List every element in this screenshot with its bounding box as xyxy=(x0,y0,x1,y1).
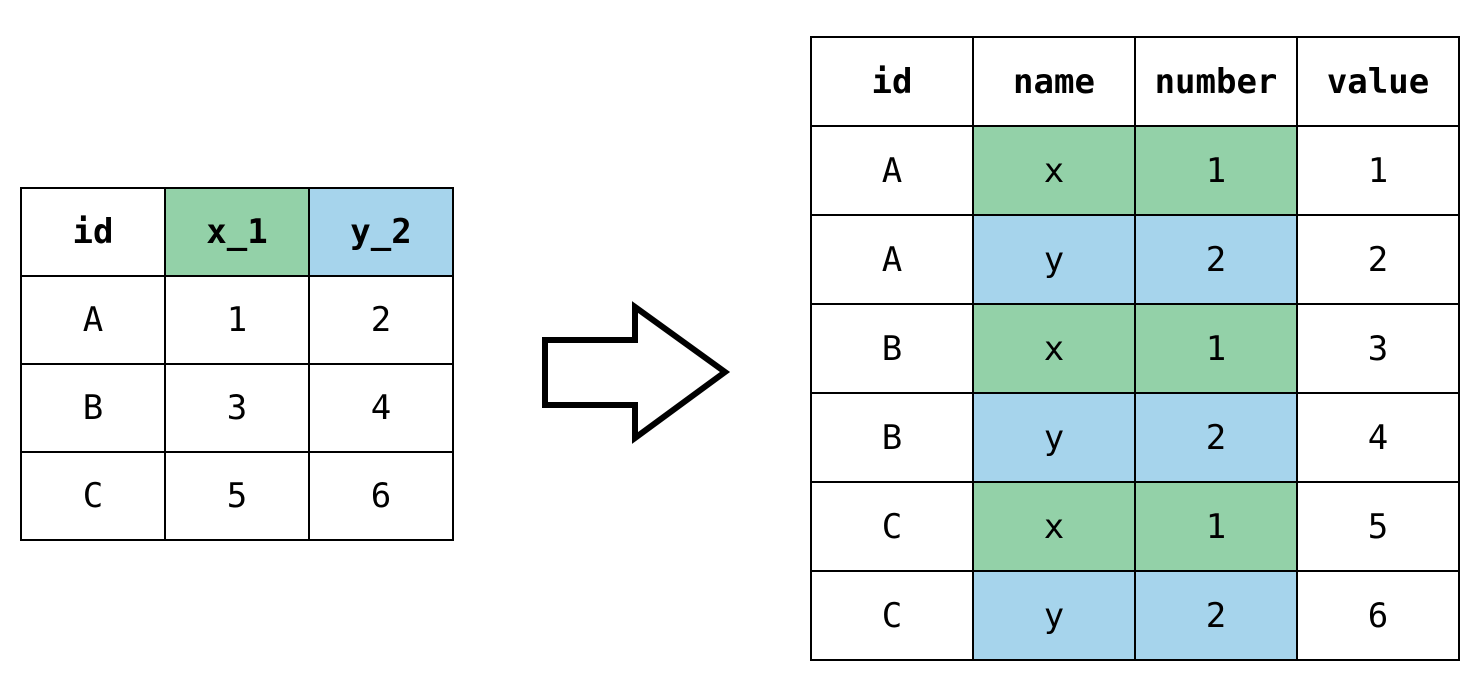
cell: 5 xyxy=(1297,482,1459,571)
cell: 1 xyxy=(1135,482,1297,571)
cell: 4 xyxy=(1297,393,1459,482)
cell: 1 xyxy=(1135,126,1297,215)
cell: B xyxy=(811,304,973,393)
cell: C xyxy=(811,571,973,660)
col-header-id: id xyxy=(21,188,165,276)
cell: 2 xyxy=(1135,215,1297,304)
cell: 6 xyxy=(309,452,453,540)
cell: y xyxy=(973,215,1135,304)
cell: C xyxy=(811,482,973,571)
cell: x xyxy=(973,304,1135,393)
cell: B xyxy=(21,364,165,452)
table-row: A x 1 1 xyxy=(811,126,1459,215)
col-header-y_2: y_2 xyxy=(309,188,453,276)
cell: 2 xyxy=(1135,393,1297,482)
cell: x xyxy=(973,482,1135,571)
table-row: B 3 4 xyxy=(21,364,453,452)
col-header-name: name xyxy=(973,37,1135,126)
cell: y xyxy=(973,393,1135,482)
wide-table: id x_1 y_2 A 1 2 B 3 4 C 5 6 xyxy=(20,187,454,541)
cell: 5 xyxy=(165,452,309,540)
cell: 2 xyxy=(1135,571,1297,660)
cell: 4 xyxy=(309,364,453,452)
table-row: B y 2 4 xyxy=(811,393,1459,482)
cell: B xyxy=(811,393,973,482)
table-header-row: id name number value xyxy=(811,37,1459,126)
col-header-id: id xyxy=(811,37,973,126)
diagram-stage: id x_1 y_2 A 1 2 B 3 4 C 5 6 id name nu xyxy=(0,0,1474,695)
arrow-right-icon xyxy=(525,295,745,454)
cell: 3 xyxy=(165,364,309,452)
cell: A xyxy=(21,276,165,364)
cell: 6 xyxy=(1297,571,1459,660)
table-header-row: id x_1 y_2 xyxy=(21,188,453,276)
cell: 1 xyxy=(165,276,309,364)
table-row: A 1 2 xyxy=(21,276,453,364)
long-table: id name number value A x 1 1 A y 2 2 B x… xyxy=(810,36,1460,661)
cell: 2 xyxy=(309,276,453,364)
col-header-x_1: x_1 xyxy=(165,188,309,276)
table-row: B x 1 3 xyxy=(811,304,1459,393)
table-row: A y 2 2 xyxy=(811,215,1459,304)
cell: C xyxy=(21,452,165,540)
cell: 3 xyxy=(1297,304,1459,393)
cell: A xyxy=(811,215,973,304)
cell: x xyxy=(973,126,1135,215)
cell: A xyxy=(811,126,973,215)
cell: 1 xyxy=(1297,126,1459,215)
col-header-number: number xyxy=(1135,37,1297,126)
cell: 1 xyxy=(1135,304,1297,393)
col-header-value: value xyxy=(1297,37,1459,126)
table-row: C 5 6 xyxy=(21,452,453,540)
cell: y xyxy=(973,571,1135,660)
cell: 2 xyxy=(1297,215,1459,304)
table-row: C x 1 5 xyxy=(811,482,1459,571)
table-row: C y 2 6 xyxy=(811,571,1459,660)
